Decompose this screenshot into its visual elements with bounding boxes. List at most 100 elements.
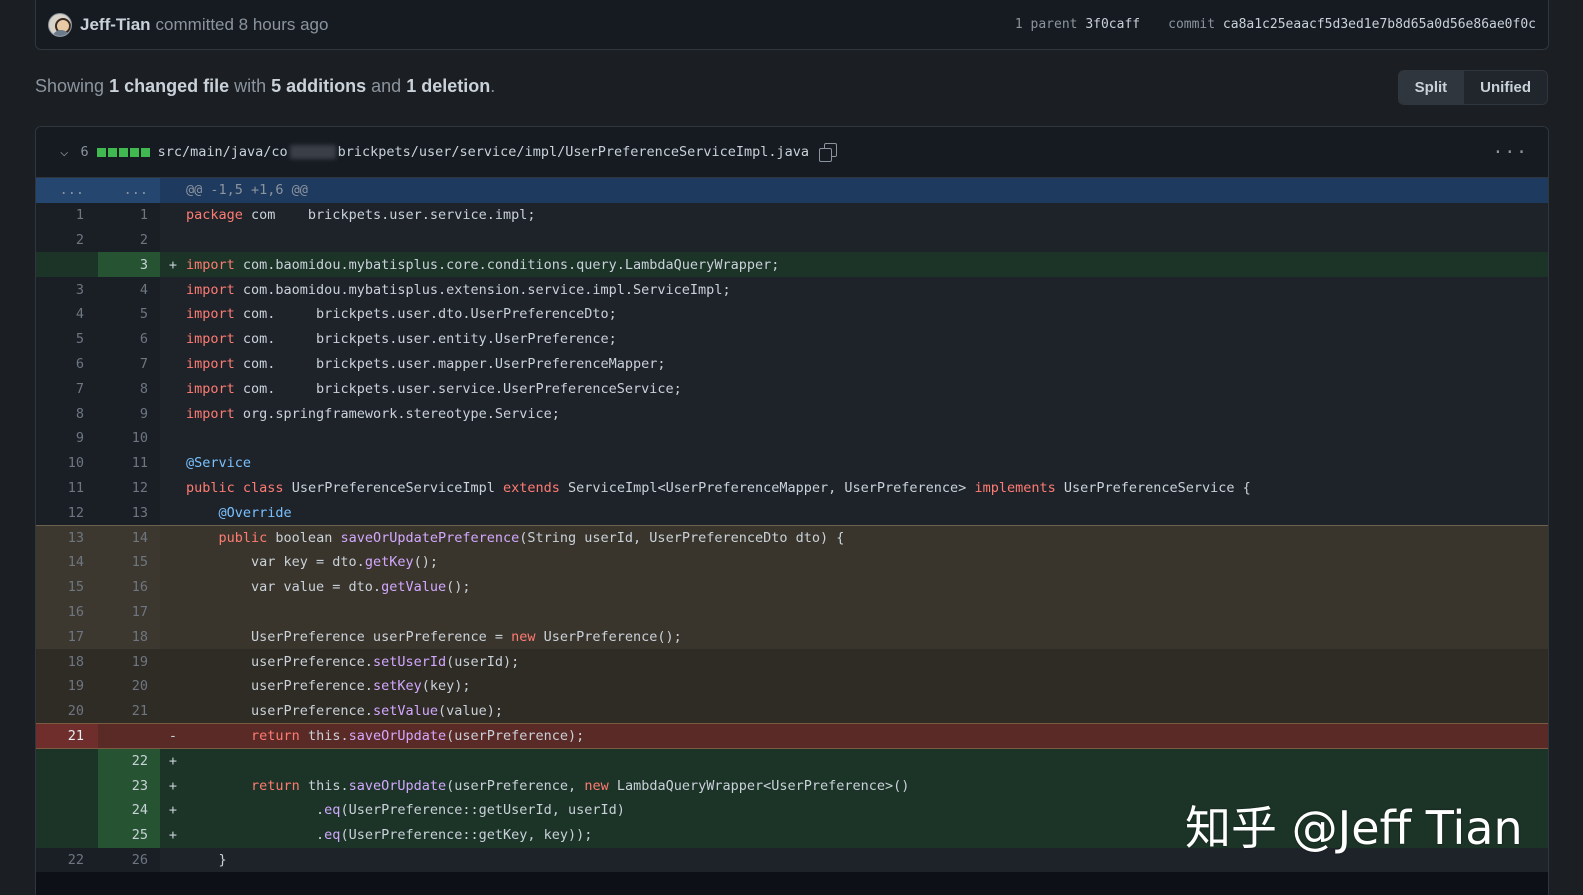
commit-meta: 1 parent 3f0caff commit ca8a1c25eaacf5d3… bbox=[1015, 17, 1536, 32]
new-line-number[interactable]: 17 bbox=[98, 599, 160, 625]
new-line-number[interactable]: 3 bbox=[98, 252, 160, 278]
code-content: @Override bbox=[186, 500, 1548, 526]
diff-sign bbox=[160, 698, 186, 724]
old-line-number[interactable]: 10 bbox=[36, 450, 98, 476]
new-line-number[interactable]: 24 bbox=[98, 797, 160, 823]
new-line-number[interactable]: 25 bbox=[98, 822, 160, 848]
new-line-number[interactable]: 7 bbox=[98, 351, 160, 377]
diffstat-square bbox=[129, 147, 139, 157]
code-content: userPreference.setKey(key); bbox=[186, 673, 1548, 699]
new-line-number[interactable]: 22 bbox=[98, 748, 160, 774]
old-line-number[interactable]: 5 bbox=[36, 326, 98, 352]
diff-line-ctx: 22 bbox=[36, 227, 1548, 253]
old-line-number[interactable]: 12 bbox=[36, 500, 98, 526]
new-line-number[interactable]: 2 bbox=[98, 227, 160, 253]
diff-sign bbox=[160, 227, 186, 253]
old-line-number[interactable]: 6 bbox=[36, 351, 98, 377]
code-content: userPreference.setValue(value); bbox=[186, 698, 1548, 724]
diff-sign: + bbox=[160, 252, 186, 278]
new-line-number[interactable]: 20 bbox=[98, 673, 160, 699]
old-line-number[interactable]: ... bbox=[36, 178, 98, 203]
diff-line-ctx: 19 20 userPreference.setKey(key); bbox=[36, 673, 1548, 699]
old-line-number[interactable]: 9 bbox=[36, 425, 98, 451]
author-link[interactable]: Jeff-Tian bbox=[80, 15, 151, 35]
old-line-number[interactable]: 17 bbox=[36, 624, 98, 650]
old-line-number[interactable] bbox=[36, 748, 98, 774]
new-line-number[interactable]: 6 bbox=[98, 326, 160, 352]
new-line-number[interactable]: 26 bbox=[98, 847, 160, 873]
commit-sha: ca8a1c25eaacf5d3ed1e7b8d65a0d56e86ae0f0c bbox=[1222, 17, 1536, 32]
new-line-number[interactable]: 23 bbox=[98, 773, 160, 798]
diff-line-ctx: 11 12 public class UserPreferenceServiceIm… bbox=[36, 475, 1548, 501]
new-line-number[interactable]: 9 bbox=[98, 401, 160, 426]
chevron-down-icon[interactable]: ⌵ bbox=[60, 144, 68, 160]
kebab-menu-icon[interactable]: ··· bbox=[1492, 142, 1528, 163]
diff-sign bbox=[160, 277, 186, 302]
new-line-number[interactable] bbox=[98, 723, 160, 749]
old-line-number[interactable]: 11 bbox=[36, 475, 98, 501]
diffstat-square bbox=[96, 147, 106, 157]
new-line-number[interactable]: 19 bbox=[98, 649, 160, 674]
old-line-number[interactable]: 20 bbox=[36, 698, 98, 724]
new-line-number[interactable]: 13 bbox=[98, 500, 160, 526]
diff-line-ctx: 15 16 var value = dto.getValue(); bbox=[36, 574, 1548, 600]
diff-sign bbox=[160, 649, 186, 674]
summary-and: and bbox=[366, 76, 407, 96]
old-line-number[interactable] bbox=[36, 797, 98, 823]
new-line-number[interactable]: 4 bbox=[98, 277, 160, 302]
old-line-number[interactable]: 8 bbox=[36, 401, 98, 426]
old-line-number[interactable]: 7 bbox=[36, 376, 98, 402]
new-line-number[interactable]: 15 bbox=[98, 549, 160, 575]
diff-line-ctx: 20 21 userPreference.setValue(value); bbox=[36, 698, 1548, 724]
new-line-number[interactable]: 21 bbox=[98, 698, 160, 724]
diff-sign bbox=[160, 178, 186, 203]
code-content: userPreference.setUserId(userId); bbox=[186, 649, 1548, 674]
new-line-number[interactable]: 5 bbox=[98, 301, 160, 327]
old-line-number[interactable]: 2 bbox=[36, 227, 98, 253]
old-line-number[interactable]: 21 bbox=[36, 723, 98, 749]
new-line-number[interactable]: 18 bbox=[98, 624, 160, 650]
old-line-number[interactable]: 15 bbox=[36, 574, 98, 600]
diff-line-del: 21 - return this.saveOrUpdate(userPrefere… bbox=[36, 723, 1548, 749]
new-line-number[interactable]: 14 bbox=[98, 524, 160, 550]
copy-icon[interactable] bbox=[819, 143, 838, 162]
old-line-number[interactable]: 19 bbox=[36, 673, 98, 699]
file-path-link[interactable]: src/main/java/co brickpets/user/service/i… bbox=[158, 144, 809, 160]
new-line-number[interactable]: ... bbox=[98, 178, 160, 203]
old-line-number[interactable]: 13 bbox=[36, 524, 98, 550]
old-line-number[interactable]: 16 bbox=[36, 599, 98, 625]
code-content: @@ -1,5 +1,6 @@ bbox=[186, 178, 1548, 203]
new-line-number[interactable]: 1 bbox=[98, 202, 160, 228]
old-line-number[interactable]: 14 bbox=[36, 549, 98, 575]
path-prefix: src/main/java/co bbox=[157, 144, 288, 160]
new-line-number[interactable]: 16 bbox=[98, 574, 160, 600]
file-diff: ⌵ 6 src/main/java/co brickpets/user/servi… bbox=[35, 126, 1549, 895]
old-line-number[interactable]: 3 bbox=[36, 277, 98, 302]
old-line-number[interactable]: 18 bbox=[36, 649, 98, 674]
diff-sign bbox=[160, 425, 186, 451]
parent-sha-link[interactable]: 3f0caff bbox=[1085, 17, 1140, 32]
new-line-number[interactable]: 11 bbox=[98, 450, 160, 476]
split-view-button[interactable]: Split bbox=[1398, 71, 1464, 104]
unified-view-button[interactable]: Unified bbox=[1463, 71, 1547, 104]
diffstat bbox=[96, 147, 150, 157]
new-line-number[interactable]: 12 bbox=[98, 475, 160, 501]
diff-sign bbox=[160, 549, 186, 575]
old-line-number[interactable] bbox=[36, 252, 98, 278]
diff-sign: + bbox=[160, 748, 186, 774]
diff-line-add: 22 + bbox=[36, 748, 1548, 774]
new-line-number[interactable]: 8 bbox=[98, 376, 160, 402]
old-line-number[interactable] bbox=[36, 822, 98, 848]
old-line-number[interactable] bbox=[36, 773, 98, 798]
code-content: var value = dto.getValue(); bbox=[186, 574, 1548, 600]
code-content: import org.springframework.stereotype.Se… bbox=[186, 401, 1548, 426]
commit-time: committed 8 hours ago bbox=[155, 14, 329, 34]
old-line-number[interactable]: 22 bbox=[36, 847, 98, 873]
old-line-number[interactable]: 4 bbox=[36, 301, 98, 327]
diff-sign bbox=[160, 376, 186, 402]
commit-info: commit ca8a1c25eaacf5d3ed1e7b8d65a0d56e8… bbox=[1168, 17, 1536, 32]
new-line-number[interactable]: 10 bbox=[98, 425, 160, 451]
old-line-number[interactable]: 1 bbox=[36, 202, 98, 228]
author-avatar[interactable] bbox=[48, 12, 72, 37]
diff-line-ctx: 3 4 import com.baomidou.mybatisplus.extens… bbox=[36, 277, 1548, 302]
